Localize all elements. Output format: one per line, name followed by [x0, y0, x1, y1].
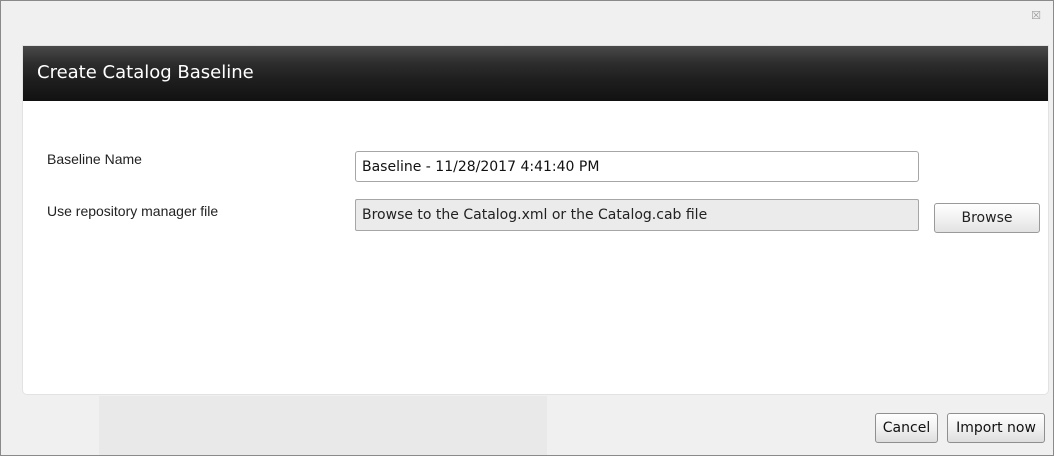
repository-file-label: Use repository manager file: [47, 203, 219, 219]
import-now-button[interactable]: Import now: [947, 413, 1045, 443]
baseline-name-input[interactable]: [355, 151, 919, 182]
dialog-title: Create Catalog Baseline: [37, 62, 254, 83]
browse-button[interactable]: Browse: [934, 203, 1040, 233]
cancel-button[interactable]: Cancel: [875, 413, 938, 443]
close-icon[interactable]: ☒: [1029, 9, 1043, 23]
dialog-header: Create Catalog Baseline: [23, 46, 1048, 101]
window-titlebar: ☒: [1, 1, 1053, 29]
repository-file-field[interactable]: Browse to the Catalog.xml or the Catalog…: [355, 199, 919, 231]
baseline-name-label: Baseline Name: [47, 151, 142, 167]
dialog-panel: Create Catalog Baseline Baseline Name Us…: [23, 46, 1048, 394]
footer-shade: [99, 396, 547, 455]
dialog-window: ☒ Create Catalog Baseline Baseline Name …: [0, 0, 1054, 456]
